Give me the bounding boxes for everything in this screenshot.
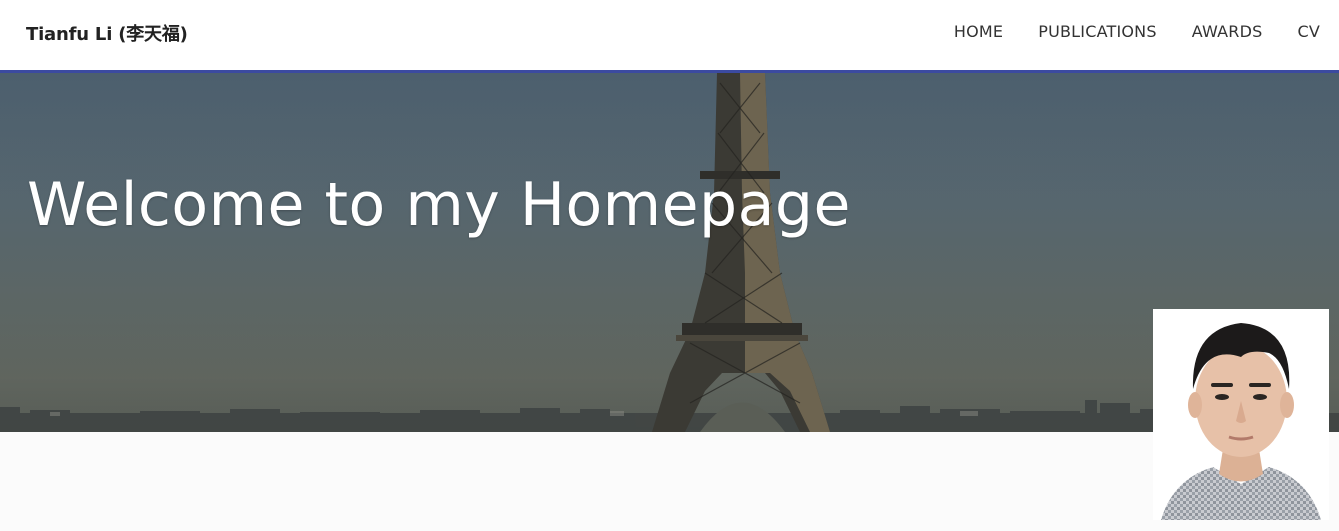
nav-link-cv[interactable]: CV <box>1297 22 1320 41</box>
profile-photo <box>1153 309 1329 520</box>
main-nav: HOME PUBLICATIONS AWARDS CV <box>954 22 1320 41</box>
avatar <box>1153 309 1329 520</box>
site-brand-link[interactable]: Tianfu Li (李天福) <box>26 20 188 46</box>
nav-link-awards[interactable]: AWARDS <box>1192 22 1263 41</box>
nav-link-publications[interactable]: PUBLICATIONS <box>1038 22 1156 41</box>
top-navbar: Tianfu Li (李天福) HOME PUBLICATIONS AWARDS… <box>0 0 1339 73</box>
eiffel-tower-background-image <box>0 73 1339 432</box>
nav-link-home[interactable]: HOME <box>954 22 1003 41</box>
hero-title: Welcome to my Homepage <box>27 170 851 240</box>
hero-banner: Welcome to my Homepage <box>0 73 1339 432</box>
